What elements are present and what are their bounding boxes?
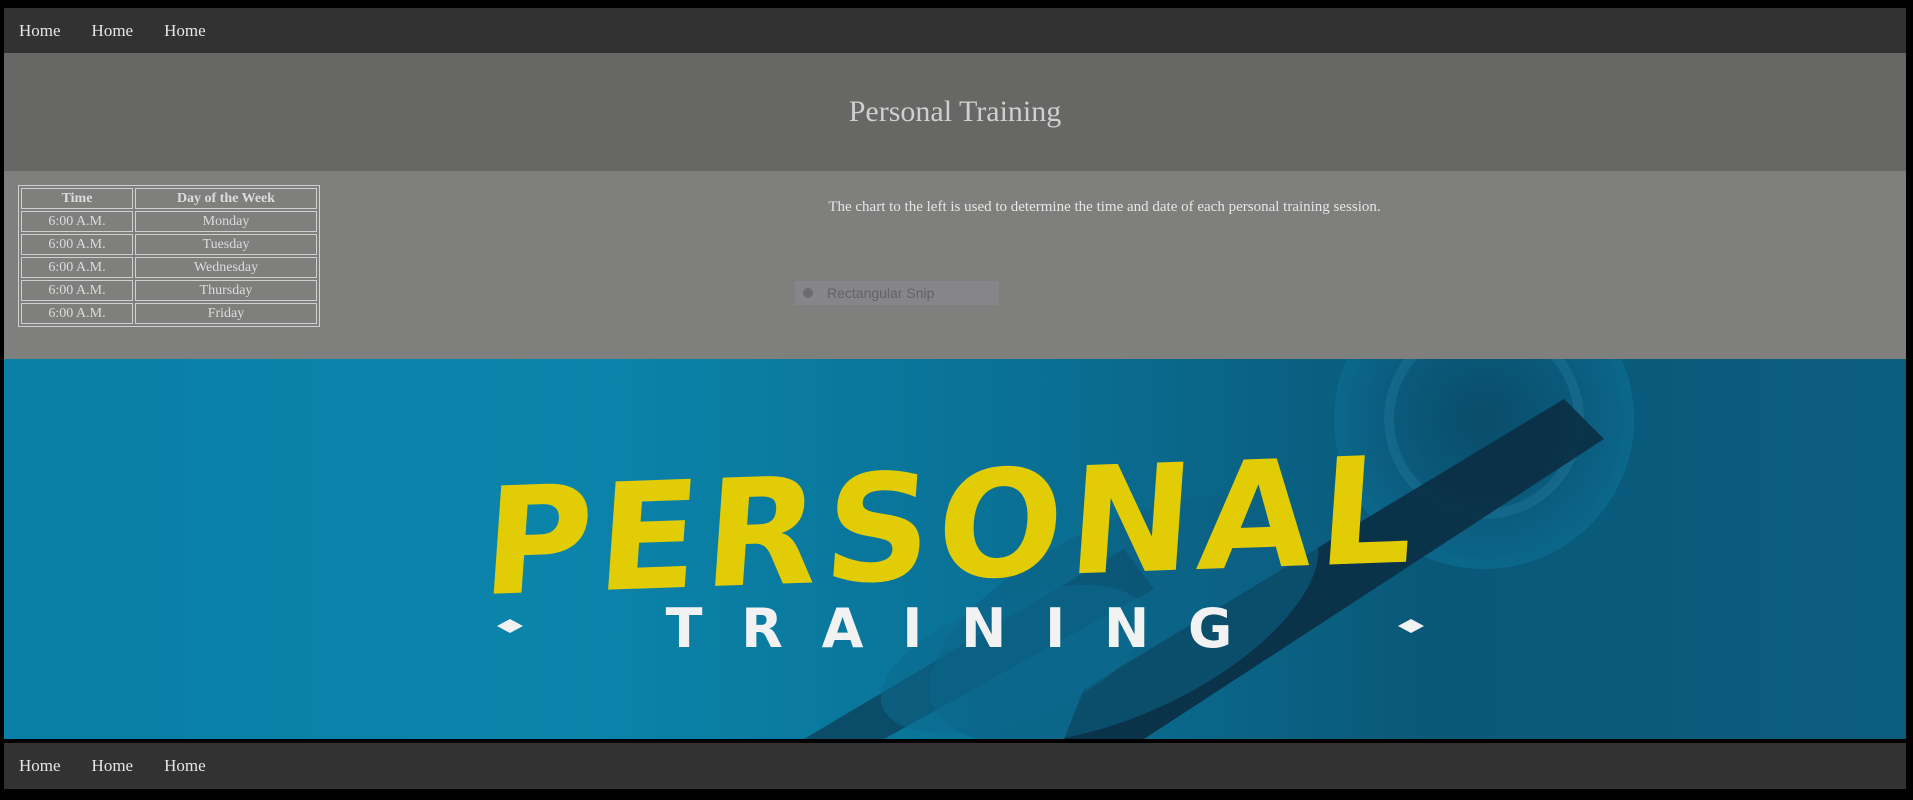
- schedule-table: Time Day of the Week 6:00 A.M. Monday 6:…: [18, 185, 320, 327]
- cell-time: 6:00 A.M.: [21, 280, 133, 301]
- personal-training-banner: PERSONAL T R A I N I N G: [4, 359, 1906, 739]
- content-section: Time Day of the Week 6:00 A.M. Monday 6:…: [4, 171, 1906, 359]
- page-frame: Home Home Home Personal Training Time Da…: [0, 0, 1913, 800]
- cell-time: 6:00 A.M.: [21, 257, 133, 278]
- table-row: 6:00 A.M. Friday: [21, 303, 317, 324]
- table-header-row: Time Day of the Week: [21, 188, 317, 209]
- diamond-right-icon: [1398, 619, 1424, 633]
- page-title: Personal Training: [848, 95, 1062, 128]
- cell-time: 6:00 A.M.: [21, 303, 133, 324]
- footer-link-home-1[interactable]: Home: [19, 756, 61, 776]
- table-row: 6:00 A.M. Wednesday: [21, 257, 317, 278]
- table-row: 6:00 A.M. Thursday: [21, 280, 317, 301]
- column-header-time: Time: [21, 188, 133, 209]
- bottom-nav: Home Home Home: [4, 743, 1906, 789]
- snip-mode-icon: [803, 288, 813, 298]
- schedule-description: The chart to the left is used to determi…: [828, 199, 1381, 215]
- table-row: 6:00 A.M. Monday: [21, 211, 317, 232]
- snip-label: Rectangular Snip: [827, 285, 935, 301]
- top-nav: Home Home Home: [4, 8, 1906, 53]
- nav-link-home-3[interactable]: Home: [164, 21, 206, 41]
- cell-day: Thursday: [135, 280, 317, 301]
- banner-graphic: PERSONAL T R A I N I N G: [478, 359, 1634, 739]
- cell-day: Wednesday: [135, 257, 317, 278]
- footer-link-home-3[interactable]: Home: [164, 756, 206, 776]
- cell-day: Tuesday: [135, 234, 317, 255]
- column-header-day: Day of the Week: [135, 188, 317, 209]
- page-header: Personal Training: [4, 53, 1906, 171]
- cell-day: Friday: [135, 303, 317, 324]
- table-row: 6:00 A.M. Tuesday: [21, 234, 317, 255]
- cell-time: 6:00 A.M.: [21, 234, 133, 255]
- nav-link-home-2[interactable]: Home: [92, 21, 134, 41]
- cell-time: 6:00 A.M.: [21, 211, 133, 232]
- cell-day: Monday: [135, 211, 317, 232]
- nav-link-home-1[interactable]: Home: [19, 21, 61, 41]
- footer-link-home-2[interactable]: Home: [92, 756, 134, 776]
- rectangular-snip-overlay[interactable]: Rectangular Snip: [795, 281, 999, 305]
- banner-word-training: T R A I N I N G: [666, 597, 1243, 660]
